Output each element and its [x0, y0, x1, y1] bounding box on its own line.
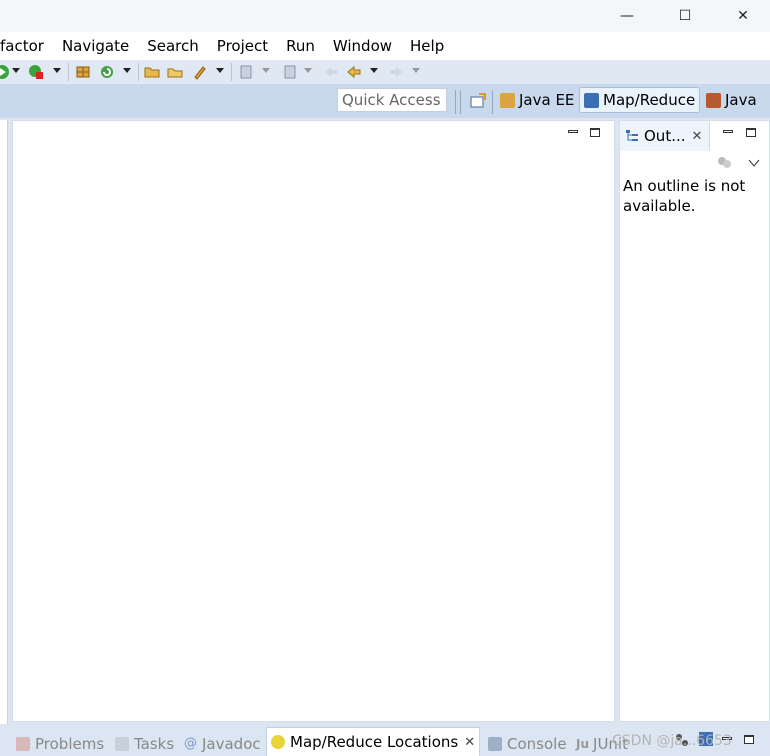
- left-panel-edge: [0, 120, 8, 724]
- perspective-java[interactable]: Java: [706, 87, 757, 113]
- tab-map-reduce-locations-label: Map/Reduce Locations: [290, 733, 459, 751]
- editor-maximize-icon[interactable]: [590, 128, 600, 137]
- menu-run[interactable]: Run: [286, 37, 315, 55]
- outline-icon: [626, 130, 638, 141]
- tasks-icon: [115, 736, 129, 751]
- main-toolbar: [0, 60, 770, 84]
- tab-map-reduce-locations[interactable]: Map/Reduce Locations ✕: [266, 727, 481, 756]
- menu-search[interactable]: Search: [147, 37, 199, 55]
- run-dropdown-icon[interactable]: [12, 68, 20, 73]
- toolbar-separator: [68, 63, 69, 81]
- tab-tasks[interactable]: Tasks: [115, 731, 174, 756]
- perspective-bar: Quick Access Java EE Map/Reduce Java: [0, 84, 770, 118]
- close-button[interactable]: ✕: [720, 0, 766, 32]
- tab-javadoc[interactable]: @ Javadoc: [184, 731, 261, 756]
- tab-outline-label: Out...: [644, 127, 686, 145]
- tab-map-reduce-locations-close-icon[interactable]: ✕: [464, 735, 475, 750]
- elephant-location-icon: [271, 735, 285, 749]
- debug-dropdown-icon[interactable]: [53, 68, 61, 73]
- menu-bar: factor Navigate Search Project Run Windo…: [0, 32, 770, 60]
- run-icon[interactable]: [0, 64, 10, 80]
- refresh-icon[interactable]: [99, 64, 115, 80]
- perspective-separator: [492, 90, 493, 114]
- forward-dropdown-icon[interactable]: [412, 68, 420, 73]
- perspective-map-reduce[interactable]: Map/Reduce: [579, 87, 701, 113]
- quick-access-input[interactable]: Quick Access: [337, 88, 447, 112]
- tab-problems-label: Problems: [35, 734, 105, 753]
- maximize-button[interactable]: ☐: [662, 0, 708, 32]
- perspective-separator: [455, 90, 456, 114]
- toolbar-separator: [231, 63, 232, 81]
- focus-icon[interactable]: [717, 156, 733, 170]
- tab-outline[interactable]: Out... ✕: [620, 121, 710, 151]
- toolbar-separator: [138, 63, 139, 81]
- at-icon: @: [184, 736, 197, 751]
- perspective-separator: [460, 90, 461, 114]
- minimize-button[interactable]: —: [604, 0, 650, 32]
- watermark: CSDN @ja...6653: [612, 733, 732, 749]
- outline-close-icon[interactable]: ✕: [692, 129, 703, 144]
- tab-tasks-label: Tasks: [134, 734, 175, 753]
- menu-help[interactable]: Help: [410, 37, 444, 55]
- problems-icon: [16, 736, 30, 751]
- annotation-dropdown-icon[interactable]: [262, 68, 270, 73]
- new-package-icon[interactable]: [75, 64, 91, 80]
- bottom-maximize-icon[interactable]: [744, 735, 754, 744]
- outline-message: An outline is not available.: [623, 177, 746, 215]
- editor-minimize-icon[interactable]: [568, 130, 578, 133]
- edit-icon[interactable]: [192, 64, 208, 80]
- perspective-java-ee[interactable]: Java EE: [500, 87, 574, 113]
- outline-view: Out... ✕ An outline is not available.: [619, 120, 770, 722]
- open-perspective-icon[interactable]: [470, 93, 486, 109]
- open-folder-icon[interactable]: [144, 64, 160, 80]
- debug-icon[interactable]: [28, 64, 44, 80]
- open-file-icon[interactable]: [167, 64, 183, 80]
- tab-console[interactable]: Console: [488, 731, 567, 756]
- perspective-java-ee-label: Java EE: [519, 91, 575, 109]
- java-ee-icon: [500, 92, 515, 108]
- forward-arrow-icon[interactable]: [388, 64, 404, 80]
- menu-project[interactable]: Project: [217, 37, 268, 55]
- menu-window[interactable]: Window: [333, 37, 392, 55]
- perspective-map-reduce-label: Map/Reduce: [603, 91, 696, 109]
- outline-maximize-icon[interactable]: [746, 128, 756, 137]
- console-icon: [488, 736, 502, 751]
- annotation-nav-icon[interactable]: [238, 64, 254, 80]
- tab-javadoc-label: Javadoc: [202, 734, 261, 753]
- title-bar: — ☐ ✕: [0, 0, 770, 32]
- view-menu-icon[interactable]: [748, 158, 760, 168]
- last-edit-icon[interactable]: [323, 64, 339, 80]
- next-annotation-dropdown-icon[interactable]: [304, 68, 312, 73]
- editor-area[interactable]: [12, 120, 615, 722]
- junit-icon: Ju: [576, 736, 590, 751]
- elephant-icon: [584, 92, 599, 108]
- outline-minimize-icon[interactable]: [723, 130, 733, 133]
- back-arrow-icon[interactable]: [346, 64, 362, 80]
- java-icon: [706, 92, 721, 108]
- menu-refactor[interactable]: factor: [0, 37, 44, 55]
- back-dropdown-icon[interactable]: [370, 68, 378, 73]
- tab-problems[interactable]: Problems: [16, 731, 104, 756]
- next-annotation-icon[interactable]: [282, 64, 298, 80]
- tab-console-label: Console: [507, 734, 567, 753]
- menu-navigate[interactable]: Navigate: [62, 37, 129, 55]
- perspective-java-label: Java: [725, 91, 757, 109]
- refresh-dropdown-icon[interactable]: [123, 68, 131, 73]
- edit-dropdown-icon[interactable]: [216, 68, 224, 73]
